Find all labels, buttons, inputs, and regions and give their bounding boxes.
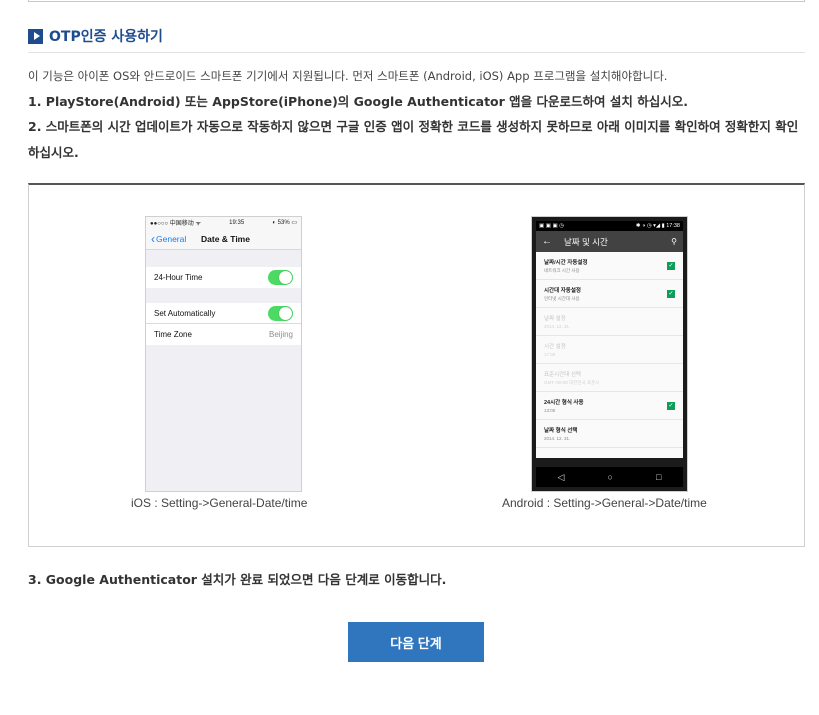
- ios-row-set-automatically: Set Automatically: [146, 303, 301, 324]
- chevron-left-icon: ‹: [151, 231, 155, 246]
- toggle-on-icon: [268, 305, 293, 321]
- list-item: 시간 설정 17:38: [536, 336, 683, 364]
- screenshot-panel: ●●○○○ 中国移动 ᯤ 19:35 ◐ 53% ▭ ‹ General Dat…: [28, 183, 805, 547]
- ios-row-time-zone: Time Zone Beijing: [146, 324, 301, 345]
- android-status-icons: ▣ ▣ ▣ ◷: [539, 223, 564, 229]
- android-nav-bar: ◁ ○ □: [536, 467, 683, 487]
- ios-time: 19:35: [229, 219, 245, 226]
- ios-row-24-hour: 24-Hour Time: [146, 267, 301, 288]
- step-1-text: 1. PlayStore(Android) 또는 AppStore(iPhone…: [28, 94, 688, 109]
- list-item: 날짜 형식 선택 2014. 12. 31.: [536, 420, 683, 448]
- ios-battery: ◐ 53% ▭: [272, 220, 297, 226]
- checkbox-checked-icon: ✓: [667, 289, 675, 298]
- step-3-text: 3. Google Authenticator 설치가 완료 되었으면 다음 단…: [28, 572, 447, 587]
- checkbox-checked-icon: ✓: [667, 261, 675, 270]
- ios-back-button: ‹ General: [146, 231, 187, 246]
- ios-nav-bar: ‹ General Date & Time: [146, 228, 301, 250]
- home-circle-icon: ○: [607, 472, 613, 482]
- next-step-button[interactable]: 다음 단계: [348, 622, 484, 662]
- recents-square-icon: □: [656, 472, 662, 482]
- section-heading: OTP인증 사용하기: [28, 26, 163, 46]
- ios-settings-screenshot: ●●○○○ 中国移动 ᯤ 19:35 ◐ 53% ▭ ‹ General Dat…: [145, 216, 302, 492]
- list-item: 표준시간대 선택 GMT+09:00 대한민국 표준시: [536, 364, 683, 392]
- list-item: 날짜 설정 2014. 12. 31.: [536, 308, 683, 336]
- search-icon: ⚲: [671, 237, 677, 246]
- play-square-icon: [28, 28, 43, 44]
- step-2-text: 2. 스마트폰의 시간 업데이트가 자동으로 작동하지 않으면 구글 인증 앱이…: [28, 119, 799, 160]
- section-title: OTP인증 사용하기: [49, 29, 163, 45]
- list-item: 시간대 자동설정 인터넷 시간대 사용 ✓: [536, 280, 683, 308]
- ios-caption: iOS : Setting->General-Date/time: [131, 496, 308, 510]
- android-bar-title: 날짜 및 시간: [564, 236, 608, 247]
- ios-carrier: ●●○○○ 中国移动 ᯤ: [150, 221, 201, 227]
- list-item: 24시간 형식 사용 13:00 ✓: [536, 392, 683, 420]
- android-status-bar: ▣ ▣ ▣ ◷ ✱ ◑ ◷ ▾◢ ▮ 17:38: [536, 221, 683, 231]
- ios-back-label: General: [156, 233, 187, 244]
- ios-row-label: 24-Hour Time: [154, 273, 203, 282]
- ios-row-label: Set Automatically: [154, 308, 216, 318]
- ios-status-bar: ●●○○○ 中国移动 ᯤ 19:35 ◐ 53% ▭: [146, 217, 301, 228]
- toggle-on-icon: [268, 270, 293, 285]
- android-status-right: ✱ ◑ ◷ ▾◢ ▮ 17:38: [635, 223, 680, 229]
- android-action-bar: ← 날짜 및 시간 ⚲: [536, 231, 683, 252]
- back-triangle-icon: ◁: [557, 471, 565, 482]
- description-text: 이 기능은 아이폰 OS와 안드로이드 스마트폰 기기에서 지원됩니다. 먼저 …: [28, 69, 668, 83]
- android-settings-screenshot: ▣ ▣ ▣ ◷ ✱ ◑ ◷ ▾◢ ▮ 17:38 ← 날짜 및 시간 ⚲ 날짜/…: [531, 216, 688, 492]
- arrow-left-icon: ←: [542, 236, 552, 247]
- android-caption: Android : Setting->General->Date/time: [502, 496, 707, 510]
- list-item: 날짜/시간 자동설정 네트워크 시간 사용 ✓: [536, 252, 683, 280]
- android-settings-list: 날짜/시간 자동설정 네트워크 시간 사용 ✓ 시간대 자동설정 인터넷 시간대 사…: [536, 252, 683, 458]
- checkbox-checked-icon: ✓: [667, 401, 675, 410]
- ios-nav-title: Date & Time: [201, 233, 250, 244]
- ios-row-label: Time Zone: [154, 330, 192, 339]
- ios-timezone-value: Beijing: [268, 330, 293, 339]
- title-divider: [28, 52, 805, 53]
- top-panel-edge: [28, 0, 805, 2]
